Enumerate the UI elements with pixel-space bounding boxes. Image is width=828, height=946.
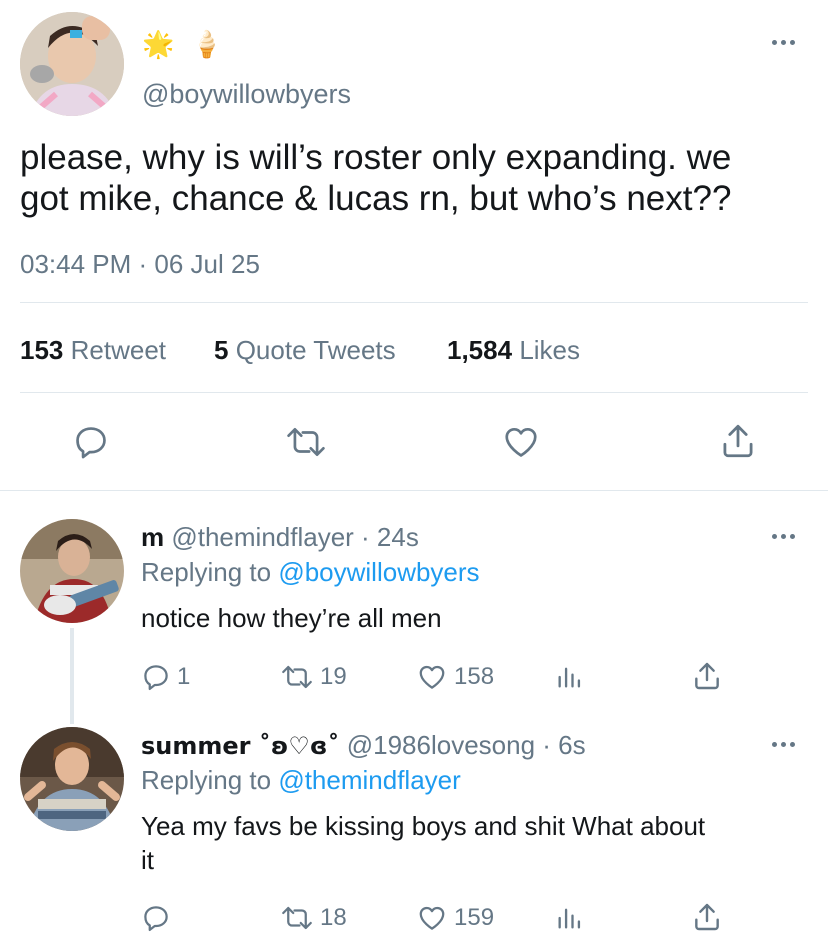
quote-stat[interactable]: 5 Quote Tweets [214,335,396,366]
reply-icon [141,903,171,933]
reply-1-retweet-count: 19 [320,663,347,690]
reply-1-retweet-action[interactable]: 19 [280,662,347,692]
reply-2-name[interactable]: summer ˚ʚ♡ɞ˚ [141,732,339,760]
retweet-icon [280,662,314,692]
reply-1-connector [70,628,74,724]
reply-2-replying-to: Replying to @themindflayer [141,765,461,796]
retweet-icon[interactable] [285,423,327,461]
share-icon[interactable] [720,421,756,461]
reply-2-like-action[interactable]: 159 [416,903,494,933]
reply-1-reply-count: 1 [177,663,191,690]
tweet-text-line-2: got mike, chance & lucas rn, but who’s n… [20,179,732,218]
reply-icon [141,662,171,692]
author-avatar[interactable] [20,12,124,116]
quote-label: Quote Tweets [235,335,396,365]
divider [20,302,808,303]
reply-1-header: m @themindflayer · 24s [141,522,419,553]
reply-2-handle-time[interactable]: @1986lovesong · 6s [347,730,586,760]
tweet-more-icon[interactable] [772,40,795,45]
reply-2-retweet-count: 18 [320,904,347,931]
share-icon[interactable] [692,660,722,692]
author-avatar-image [20,12,124,116]
reply-1-name[interactable]: m [141,522,164,552]
tweet-text-line-1: please, why is will’s roster only expand… [20,138,732,177]
section-divider [0,490,828,491]
reply-1-like-count: 158 [454,663,495,690]
reply-1-avatar-image [20,519,124,623]
reply-2-replying-prefix: Replying to [141,765,272,795]
retweet-label: Retweet [70,335,167,365]
quote-count: 5 [214,335,229,365]
likes-stat[interactable]: 1,584 Likes [447,335,580,366]
retweet-stat[interactable]: 153 Retweet [20,335,166,366]
like-icon [416,662,448,692]
reply-1-handle-time[interactable]: @themindflayer · 24s [171,522,419,552]
analytics-icon[interactable] [555,903,583,933]
author-handle[interactable]: @boywillowbyers [142,79,351,110]
reply-1-replying-to: Replying to @boywillowbyers [141,557,480,588]
reply-1-like-action[interactable]: 158 [416,662,494,692]
reply-2-like-count: 159 [454,904,495,931]
reply-icon[interactable] [72,423,110,461]
share-icon[interactable] [692,901,722,933]
reply-2-retweet-action[interactable]: 18 [280,903,347,933]
reply-2-reply-action[interactable] [141,903,177,933]
reply-1-reply-action[interactable]: 1 [141,662,190,692]
reply-1-avatar[interactable] [20,519,124,623]
retweet-icon [280,903,314,933]
reply-2-avatar[interactable] [20,727,124,831]
reply-1-text: notice how they’re all men [141,603,442,633]
reply-2-avatar-image [20,727,124,831]
likes-count: 1,584 [447,335,513,365]
retweet-count: 153 [20,335,64,365]
likes-label: Likes [519,335,581,365]
reply-2-more-icon[interactable] [772,742,795,747]
reply-1-more-icon[interactable] [772,534,795,539]
reply-2-header: summer ˚ʚ♡ɞ˚ @1986lovesong · 6s [141,730,586,761]
reply-1-replying-handle[interactable]: @boywillowbyers [278,557,479,587]
reply-1-replying-prefix: Replying to [141,557,272,587]
like-icon [416,903,448,933]
tweet-timestamp[interactable]: 03:44 PM · 06 Jul 25 [20,249,260,280]
reply-2-text-line-2: it [141,845,154,875]
like-icon[interactable] [501,423,541,461]
reply-2-replying-handle[interactable]: @themindflayer [278,765,460,795]
author-emoji-name: 🌟 🍦 [142,30,228,60]
divider [20,392,808,393]
analytics-icon[interactable] [555,662,583,692]
reply-2-text-line-1: Yea my favs be kissing boys and shit Wha… [141,811,706,841]
